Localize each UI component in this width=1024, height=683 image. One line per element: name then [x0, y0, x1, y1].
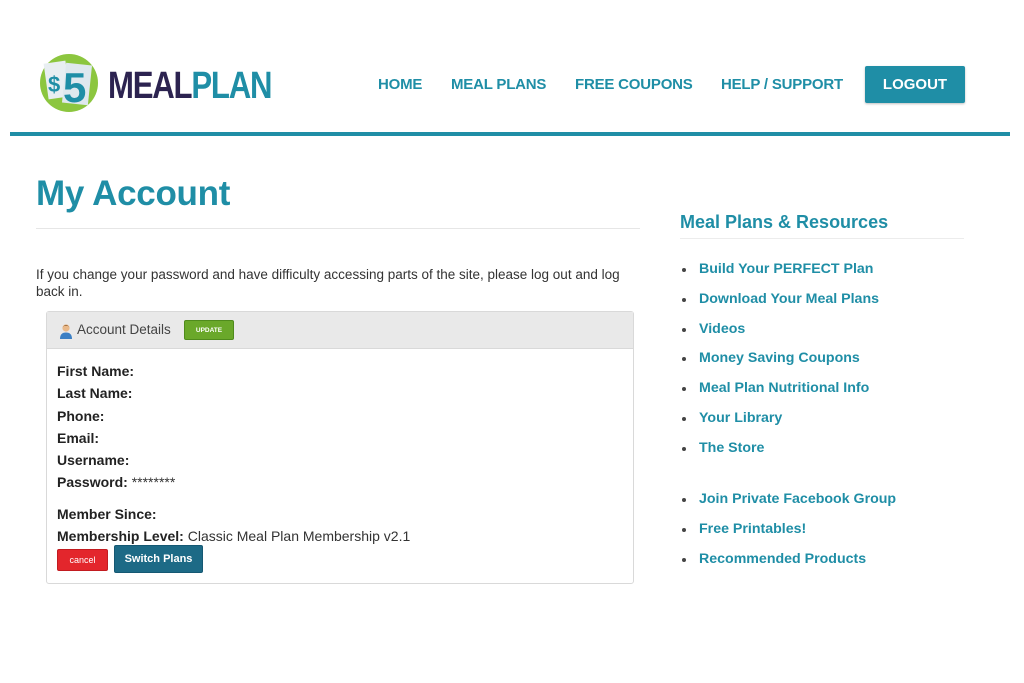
field-label: First Name: — [57, 363, 135, 379]
logo-badge-icon: $ 5 — [40, 54, 98, 112]
sidebar-item-label[interactable]: Build Your PERFECT Plan — [699, 261, 873, 277]
sidebar-item-label[interactable]: Meal Plan Nutritional Info — [699, 380, 869, 396]
logo-text: MEALPLAN — [108, 64, 273, 108]
field-username: Username: — [57, 449, 410, 471]
field-email: Email: — [57, 427, 410, 449]
sidebar-title: Meal Plans & Resources — [680, 212, 889, 232]
bullet-icon — [682, 387, 686, 392]
nav-free-coupons[interactable]: FREE COUPONS — [575, 76, 693, 93]
title-divider — [36, 228, 640, 229]
sidebar-item-label[interactable]: Join Private Facebook Group — [699, 491, 896, 507]
field-first-name: First Name: — [57, 360, 410, 382]
field-password: Password: ******** — [57, 471, 410, 493]
field-membership-level: Membership Level: Classic Meal Plan Memb… — [57, 525, 410, 547]
logo-plan: PLAN — [191, 65, 272, 107]
sidebar-item-store[interactable]: The Store — [680, 440, 879, 470]
bullet-icon — [682, 357, 686, 362]
password-notice: If you change your password and have dif… — [36, 267, 620, 299]
field-label: Member Since: — [57, 505, 157, 522]
field-value: ******** — [127, 474, 176, 491]
field-phone: Phone: — [57, 405, 410, 427]
sidebar-item-label[interactable]: Money Saving Coupons — [699, 350, 860, 366]
sidebar-item-nutritional-info[interactable]: Meal Plan Nutritional Info — [680, 380, 879, 410]
field-label: Password: — [57, 474, 128, 491]
community-list: Join Private Facebook Group Free Printab… — [680, 491, 896, 580]
panel-title: Account Details — [77, 322, 171, 337]
panel-header: Account Details UPDATE — [47, 312, 633, 349]
bullet-icon — [682, 327, 686, 332]
sidebar-item-build-plan[interactable]: Build Your PERFECT Plan — [680, 261, 879, 291]
svg-text:$: $ — [48, 72, 60, 97]
nav-meal-plans[interactable]: MEAL PLANS — [451, 76, 546, 93]
field-last-name: Last Name: — [57, 382, 410, 404]
field-label: Email: — [57, 429, 100, 446]
bullet-icon — [682, 498, 686, 502]
sidebar-item-label[interactable]: Free Printables! — [699, 521, 806, 537]
field-label: Phone: — [57, 407, 105, 424]
sidebar-item-label[interactable]: Your Library — [699, 410, 782, 426]
cancel-button[interactable]: cancel — [57, 549, 108, 571]
sidebar-item-videos[interactable]: Videos — [680, 321, 879, 351]
nav-help-support[interactable]: HELP / SUPPORT — [721, 76, 843, 93]
nav-home[interactable]: HOME — [378, 76, 422, 93]
sidebar-item-recommended-products[interactable]: Recommended Products — [680, 551, 896, 581]
logout-button[interactable]: LOGOUT — [865, 66, 965, 103]
logo-meal: MEAL — [108, 65, 193, 107]
field-value: Classic Meal Plan Membership v2.1 — [183, 528, 411, 545]
sidebar-item-library[interactable]: Your Library — [680, 410, 879, 440]
sidebar-item-coupons[interactable]: Money Saving Coupons — [680, 350, 879, 380]
field-member-since: Member Since: — [57, 503, 410, 525]
bullet-icon — [682, 557, 686, 562]
bullet-icon — [682, 446, 686, 451]
switch-plans-button[interactable]: Switch Plans — [114, 545, 203, 573]
svg-text:5: 5 — [63, 64, 86, 111]
resources-list: Build Your PERFECT Plan Download Your Me… — [680, 261, 879, 470]
sidebar-item-facebook-group[interactable]: Join Private Facebook Group — [680, 491, 896, 521]
field-label: Username: — [57, 452, 130, 469]
site-header: $ 5 MEALPLAN HOME MEAL PLANS FREE COUPON… — [10, 0, 1010, 136]
account-details-panel: Account Details UPDATE First Name: Last … — [46, 311, 634, 584]
account-fields: First Name: Last Name: Phone: Email: Use… — [57, 360, 410, 547]
bullet-icon — [682, 527, 686, 532]
bullet-icon — [682, 297, 686, 302]
sidebar-divider — [680, 238, 964, 239]
field-label: Membership Level: — [57, 528, 184, 545]
sidebar-item-download-plans[interactable]: Download Your Meal Plans — [680, 291, 879, 321]
user-icon — [60, 324, 72, 339]
site-logo[interactable]: $ 5 MEALPLAN — [28, 48, 273, 120]
sidebar-item-free-printables[interactable]: Free Printables! — [680, 521, 896, 551]
bullet-icon — [682, 416, 686, 421]
field-label: Last Name: — [57, 385, 133, 402]
sidebar-item-label[interactable]: The Store — [699, 440, 764, 456]
sidebar-item-label[interactable]: Videos — [699, 321, 745, 337]
sidebar-item-label[interactable]: Download Your Meal Plans — [699, 291, 879, 307]
page-title: My Account — [36, 174, 231, 213]
sidebar-item-label[interactable]: Recommended Products — [699, 551, 866, 567]
update-button[interactable]: UPDATE — [184, 320, 234, 340]
bullet-icon — [682, 268, 686, 272]
